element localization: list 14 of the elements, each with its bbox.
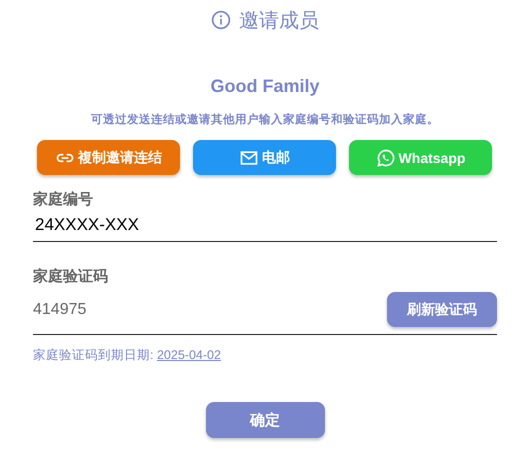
dialog-title: 邀请成员 [239,8,319,34]
family-name: Good Family [209,76,320,97]
chat-bubble-icon [376,148,396,168]
input-field[interactable]: 24XXXX-XXX [33,209,497,242]
field-label: 家庭编号 [33,190,94,209]
info-icon [211,10,231,30]
expiry-label: 家庭验证码到期日期: [33,348,154,362]
description: 可透过发送连结或邀请其他用户输入家庭编号和验证码加入家庭。 [90,112,440,127]
share-button[interactable]: 电邮 [193,140,336,175]
share-button[interactable]: 複制邀请连结 [37,140,180,175]
share-button[interactable]: Whatsapp [349,140,492,175]
field-label: 家庭验证码 [33,267,109,286]
expiry-date-link[interactable]: 2025-04-02 [156,348,221,362]
confirm-button[interactable]: 确定 [206,402,324,438]
